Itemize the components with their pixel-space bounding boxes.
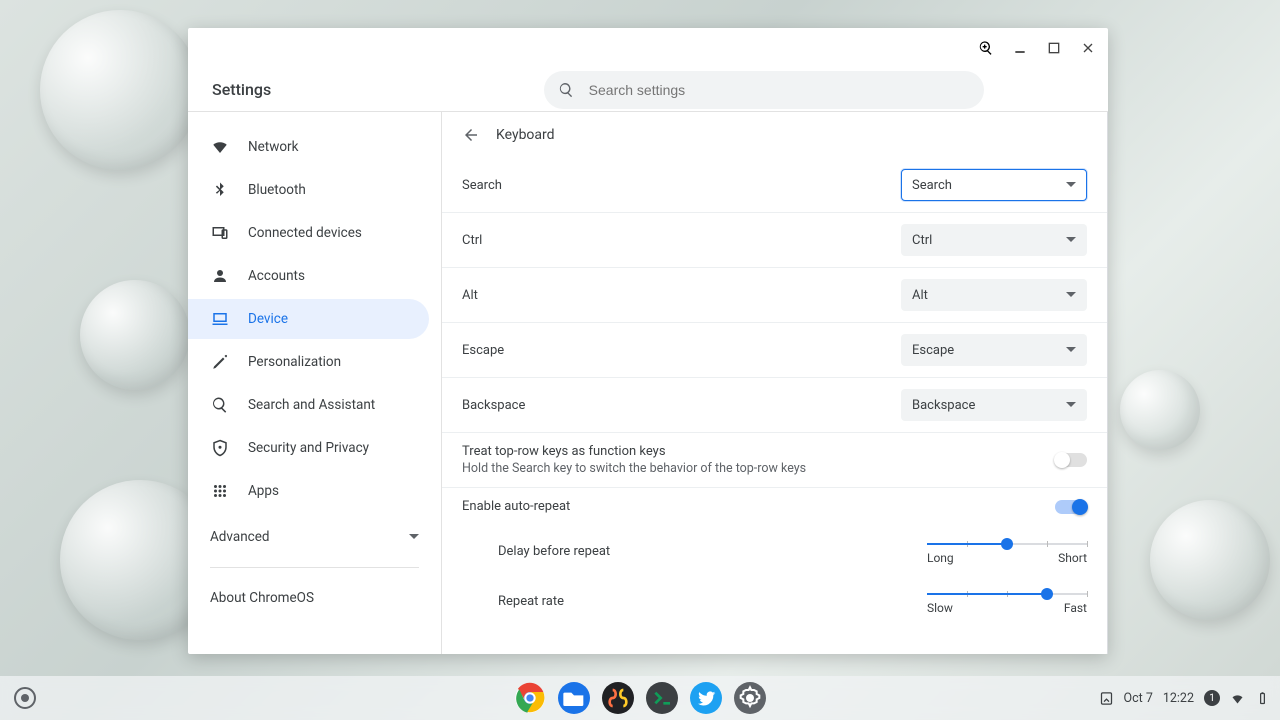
sidebar-item-label: Device (248, 311, 288, 327)
key-label: Backspace (462, 398, 901, 413)
sidebar-item-bluetooth[interactable]: Bluetooth (188, 170, 429, 210)
minimize-icon[interactable] (1012, 40, 1028, 56)
autorepeat-title: Enable auto-repeat (462, 499, 1055, 514)
row-key-escape: EscapeEscape (442, 322, 1107, 377)
autorepeat-toggle[interactable] (1055, 500, 1087, 514)
dropdown-escape[interactable]: Escape (901, 334, 1087, 366)
shelf-app-files[interactable] (558, 682, 590, 714)
account-icon (210, 266, 230, 286)
search-in-page-icon[interactable] (978, 40, 994, 56)
notification-badge[interactable]: 1 (1204, 690, 1220, 706)
shield-icon (210, 438, 230, 458)
slider-delay-thumb[interactable] (1001, 538, 1013, 550)
sidebar-item-label: Accounts (248, 268, 305, 284)
tray-time: 12:22 (1163, 691, 1194, 706)
sidebar-item-devices[interactable]: Connected devices (188, 213, 429, 253)
main-panel[interactable]: Keyboard SearchSearchCtrlCtrlAltAltEscap… (442, 112, 1108, 654)
row-toprow: Treat top-row keys as function keys Hold… (442, 432, 1107, 487)
toprow-toggle[interactable] (1055, 453, 1087, 467)
slider-rate-block: Repeat rate SlowFast (442, 575, 1107, 625)
laptop-icon (210, 309, 230, 329)
sidebar-item-label: Network (248, 139, 298, 155)
sidebar-item-shield[interactable]: Security and Privacy (188, 428, 429, 468)
pen-icon (210, 352, 230, 372)
sidebar-item-pen[interactable]: Personalization (188, 342, 429, 382)
window-body: Network Bluetooth Connected devices Account… (188, 112, 1108, 654)
row-key-ctrl: CtrlCtrl (442, 212, 1107, 267)
key-label: Escape (462, 343, 901, 358)
page-title: Keyboard (496, 127, 555, 143)
search-input[interactable] (589, 82, 970, 98)
shelf-app-media[interactable] (602, 682, 634, 714)
slider-delay-block: Delay before repeat LongShort (442, 525, 1107, 575)
search-icon (558, 81, 575, 99)
toprow-sub: Hold the Search key to switch the behavi… (462, 461, 1055, 476)
key-label: Ctrl (462, 233, 901, 248)
chevron-down-icon (409, 532, 419, 542)
sidebar-divider (210, 567, 419, 568)
sidebar-item-wifi[interactable]: Network (188, 127, 429, 167)
sidebar-item-account[interactable]: Accounts (188, 256, 429, 296)
toprow-title: Treat top-row keys as function keys (462, 444, 1055, 459)
sidebar-item-search[interactable]: Search and Assistant (188, 385, 429, 425)
sidebar-item-label: Security and Privacy (248, 440, 369, 456)
sidebar-item-label: Search and Assistant (248, 397, 375, 413)
shelf-app-twitter[interactable] (690, 682, 722, 714)
chevron-down-icon (1066, 400, 1076, 410)
shelf-app-terminal[interactable] (646, 682, 678, 714)
sidebar-about[interactable]: About ChromeOS (188, 578, 429, 618)
app-header: Settings (188, 68, 1108, 112)
slider-rate-label: Repeat rate (498, 594, 903, 609)
sidebar-item-apps[interactable]: Apps (188, 471, 429, 511)
chevron-down-icon (1066, 235, 1076, 245)
app-title: Settings (212, 80, 271, 99)
search-icon (210, 395, 230, 415)
back-button[interactable] (462, 126, 480, 144)
sidebar-item-laptop[interactable]: Device (188, 299, 429, 339)
slider-rate[interactable]: SlowFast (927, 587, 1087, 615)
sidebar-item-label: Connected devices (248, 225, 362, 241)
sidebar-advanced[interactable]: Advanced (188, 517, 441, 557)
close-icon[interactable] (1080, 40, 1096, 56)
key-label: Alt (462, 288, 901, 303)
chevron-down-icon (1066, 345, 1076, 355)
wifi-tray-icon[interactable] (1230, 691, 1245, 706)
shelf-app-chrome[interactable] (514, 682, 546, 714)
chevron-down-icon (1066, 180, 1076, 190)
shelf: Oct 7 12:22 1 (0, 676, 1280, 720)
apps-icon (210, 481, 230, 501)
slider-delay-label: Delay before repeat (498, 544, 903, 559)
window-titlebar (188, 28, 1108, 68)
dropdown-ctrl[interactable]: Ctrl (901, 224, 1087, 256)
key-label: Search (462, 178, 901, 193)
launcher-button[interactable] (14, 687, 36, 709)
row-key-backspace: BackspaceBackspace (442, 377, 1107, 432)
slider-delay[interactable]: LongShort (927, 537, 1087, 565)
shelf-app-settings[interactable] (734, 682, 766, 714)
wifi-icon (210, 137, 230, 157)
dropdown-search[interactable]: Search (901, 169, 1087, 201)
system-tray[interactable]: Oct 7 12:22 1 (1099, 690, 1271, 706)
tray-date: Oct 7 (1124, 691, 1153, 706)
slider-rate-thumb[interactable] (1041, 588, 1053, 600)
sidebar-item-label: Apps (248, 483, 279, 499)
sidebar-item-label: Personalization (248, 354, 341, 370)
chevron-down-icon (1066, 290, 1076, 300)
dropdown-backspace[interactable]: Backspace (901, 389, 1087, 421)
sidebar: Network Bluetooth Connected devices Account… (188, 112, 442, 654)
battery-tray-icon[interactable] (1255, 691, 1270, 706)
search-settings[interactable] (544, 71, 984, 109)
sidebar-item-label: Bluetooth (248, 182, 306, 198)
row-key-alt: AltAlt (442, 267, 1107, 322)
row-key-search: SearchSearch (442, 158, 1107, 212)
row-autorepeat: Enable auto-repeat (442, 487, 1107, 525)
bluetooth-icon (210, 180, 230, 200)
shelf-apps (514, 682, 766, 714)
devices-icon (210, 223, 230, 243)
maximize-icon[interactable] (1046, 40, 1062, 56)
dropdown-alt[interactable]: Alt (901, 279, 1087, 311)
page-header: Keyboard (442, 112, 1107, 158)
stylus-tray-icon[interactable] (1099, 691, 1114, 706)
settings-window: Settings Network Bluetooth Connected devic… (188, 28, 1108, 654)
